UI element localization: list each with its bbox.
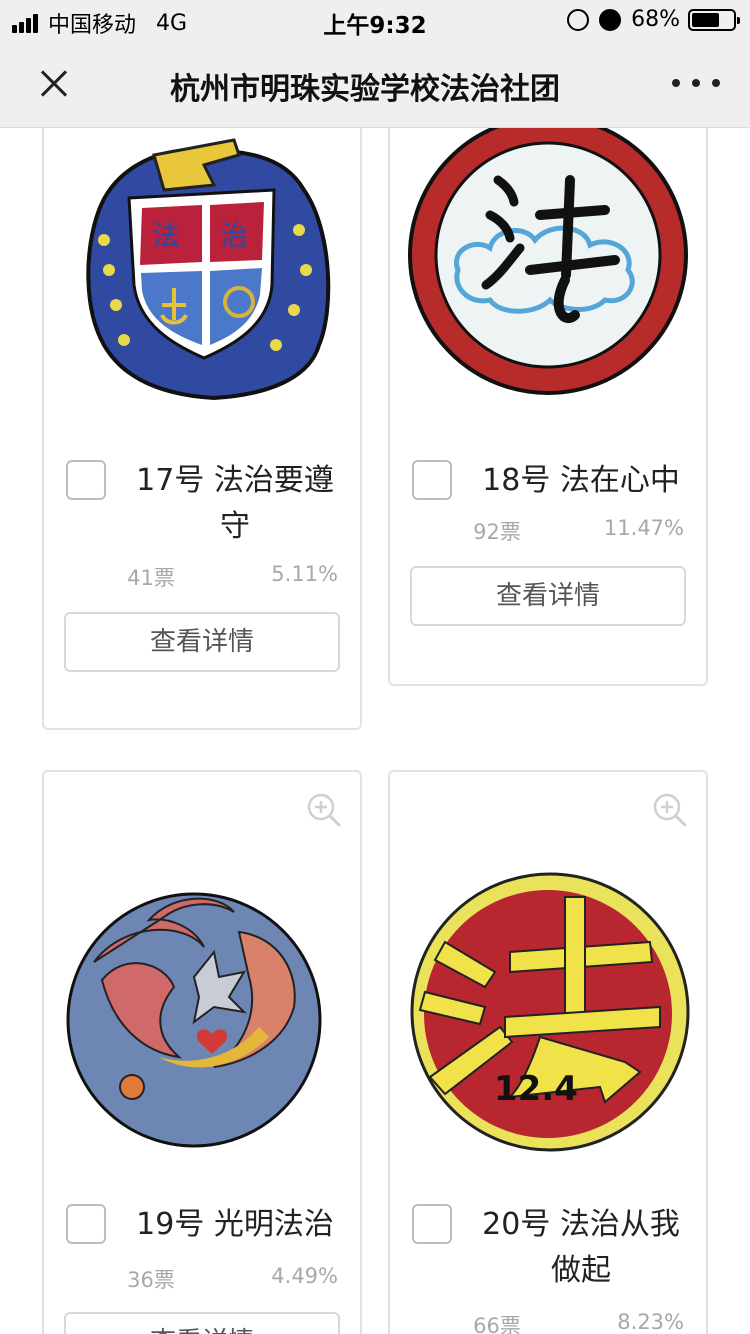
works-grid[interactable]: 法 治 17号 法治要遵守 41票 5.11% 查看详情 18号 法在心中 92… bbox=[0, 128, 750, 1334]
vote-checkbox[interactable] bbox=[66, 460, 106, 500]
page-title: 杭州市明珠实验学校法治社团 bbox=[170, 72, 560, 107]
badge-fa-12-4-icon[interactable]: 12.4 bbox=[390, 812, 706, 1172]
work-card: 12.4 20号 法治从我做起 66票 8.23% bbox=[388, 770, 708, 1334]
vote-checkbox[interactable] bbox=[412, 460, 452, 500]
battery-percent: 68% bbox=[631, 7, 680, 32]
work-card: 法 治 17号 法治要遵守 41票 5.11% 查看详情 bbox=[42, 128, 362, 730]
svg-text:治: 治 bbox=[220, 219, 248, 252]
work-card: 18号 法在心中 92票 11.47% 查看详情 bbox=[388, 128, 708, 686]
more-options-icon[interactable] bbox=[672, 68, 720, 98]
view-details-button[interactable]: 查看详情 bbox=[410, 566, 686, 626]
vote-checkbox[interactable] bbox=[412, 1204, 452, 1244]
work-card: 19号 光明法治 36票 4.49% 查看详情 bbox=[42, 770, 362, 1334]
vote-percent: 8.23% bbox=[617, 1310, 684, 1334]
vote-count: 36票 bbox=[127, 1268, 175, 1292]
svg-text:12.4: 12.4 bbox=[494, 1069, 578, 1109]
badge-swirl-heart-icon[interactable] bbox=[44, 812, 360, 1172]
work-title: 17号 法治要遵守 bbox=[136, 463, 334, 544]
nav-bar: 杭州市明珠实验学校法治社团 bbox=[0, 40, 750, 128]
vote-percent: 4.49% bbox=[271, 1264, 338, 1288]
vote-count: 66票 bbox=[473, 1314, 521, 1334]
badge-shield-icon[interactable]: 法 治 bbox=[44, 128, 360, 430]
work-title: 19号 光明法治 bbox=[136, 1207, 334, 1242]
close-icon[interactable] bbox=[30, 60, 78, 108]
vote-percent: 5.11% bbox=[271, 562, 338, 586]
vote-count: 92票 bbox=[473, 520, 521, 544]
work-title: 20号 法治从我做起 bbox=[482, 1207, 680, 1288]
vote-percent: 11.47% bbox=[603, 516, 684, 540]
alarm-icon bbox=[599, 8, 622, 31]
status-right: 68% bbox=[567, 7, 740, 32]
view-details-button[interactable]: 查看详情 bbox=[64, 1312, 340, 1334]
badge-cloud-fa-icon[interactable] bbox=[390, 128, 706, 430]
status-bar: 中国移动 4G 上午9:32 68% bbox=[0, 0, 750, 40]
vote-count: 41票 bbox=[127, 566, 175, 590]
svg-text:法: 法 bbox=[152, 219, 180, 252]
battery-icon bbox=[688, 8, 740, 31]
rotation-lock-icon bbox=[567, 8, 590, 31]
work-title: 18号 法在心中 bbox=[482, 463, 680, 498]
vote-checkbox[interactable] bbox=[66, 1204, 106, 1244]
view-details-button[interactable]: 查看详情 bbox=[64, 612, 340, 672]
